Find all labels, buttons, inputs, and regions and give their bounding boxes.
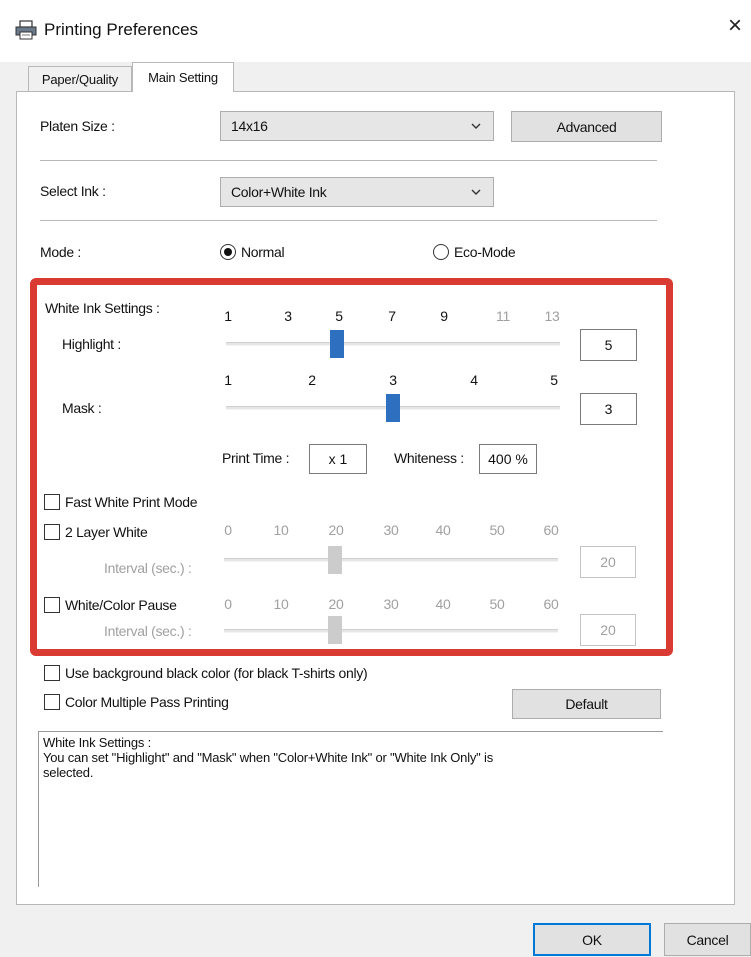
pause-interval-label: Interval (sec.) :: [104, 623, 192, 639]
mask-tick: 3: [389, 372, 397, 388]
mask-label: Mask :: [62, 400, 102, 416]
pause-slider-track[interactable]: [224, 629, 558, 633]
two-layer-tick: 40: [435, 522, 451, 538]
platen-size-select[interactable]: 14x16: [220, 111, 494, 141]
pause-tick: 10: [273, 596, 289, 612]
chevron-down-icon: [471, 189, 481, 195]
chevron-down-icon: [471, 123, 481, 129]
multi-pass-label: Color Multiple Pass Printing: [65, 694, 229, 710]
two-layer-slider-thumb[interactable]: [328, 546, 343, 574]
two-layer-interval-label: Interval (sec.) :: [104, 560, 192, 576]
highlight-tick: 7: [388, 308, 396, 324]
two-layer-slider-track[interactable]: [224, 558, 558, 562]
tab-main-setting[interactable]: Main Setting: [132, 62, 234, 92]
ok-button[interactable]: OK: [533, 923, 651, 956]
pause-tick: 30: [383, 596, 399, 612]
highlight-slider-track[interactable]: [226, 342, 560, 346]
window-title: Printing Preferences: [44, 20, 199, 39]
description-line: White Ink Settings :: [43, 735, 151, 750]
two-layer-tick: 20: [328, 522, 344, 538]
normal-radio-label: Normal: [241, 244, 285, 260]
two-layer-interval-field[interactable]: 20: [580, 546, 636, 578]
fast-white-checkbox[interactable]: [44, 494, 60, 510]
highlight-tick: 13: [544, 308, 560, 324]
black-background-checkbox[interactable]: [44, 665, 60, 681]
pause-slider-thumb[interactable]: [328, 616, 343, 644]
close-icon[interactable]: ×: [728, 14, 742, 38]
two-layer-tick: 0: [224, 522, 232, 538]
tab-paper-quality[interactable]: Paper/Quality: [28, 66, 132, 92]
mask-value-field[interactable]: 3: [580, 393, 637, 425]
two-layer-tick: 30: [383, 522, 399, 538]
fast-white-label: Fast White Print Mode: [65, 494, 198, 510]
eco-mode-radio[interactable]: [433, 244, 449, 260]
advanced-button[interactable]: Advanced: [511, 111, 662, 142]
mask-tick: 1: [224, 372, 232, 388]
pause-tick: 60: [543, 596, 559, 612]
platen-size-value: 14x16: [231, 118, 268, 134]
white-color-pause-label: White/Color Pause: [65, 597, 177, 613]
highlight-tick: 1: [224, 308, 232, 324]
divider: [40, 220, 657, 221]
select-ink-select[interactable]: Color+White Ink: [220, 177, 494, 207]
highlight-slider-thumb[interactable]: [330, 330, 345, 358]
printer-icon: [14, 20, 38, 40]
pause-tick: 40: [435, 596, 451, 612]
two-layer-tick: 60: [543, 522, 559, 538]
description-line: You can set "Highlight" and "Mask" when …: [43, 750, 494, 765]
black-background-label: Use background black color (for black T-…: [65, 665, 368, 681]
description-box: White Ink Settings : You can set "Highli…: [38, 731, 663, 887]
print-time-label: Print Time :: [222, 450, 290, 466]
print-time-field[interactable]: x 1: [309, 444, 367, 474]
pause-tick: 50: [489, 596, 505, 612]
normal-radio[interactable]: [220, 244, 236, 260]
select-ink-value: Color+White Ink: [231, 184, 327, 200]
white-ink-settings-label: White Ink Settings :: [45, 300, 160, 316]
cancel-button[interactable]: Cancel: [664, 923, 751, 956]
highlight-tick: 5: [335, 308, 343, 324]
white-color-pause-checkbox[interactable]: [44, 597, 60, 613]
pause-tick: 20: [328, 596, 344, 612]
mask-tick: 4: [470, 372, 478, 388]
two-layer-tick: 10: [273, 522, 289, 538]
whiteness-field[interactable]: 400 %: [479, 444, 537, 474]
select-ink-label: Select Ink :: [40, 183, 106, 199]
two-layer-white-checkbox[interactable]: [44, 524, 60, 540]
highlight-tick: 11: [496, 308, 510, 324]
description-line: selected.: [43, 765, 94, 780]
whiteness-label: Whiteness :: [394, 450, 464, 466]
highlight-value-field[interactable]: 5: [580, 329, 637, 361]
mask-tick: 5: [550, 372, 558, 388]
highlight-label: Highlight :: [62, 336, 121, 352]
mask-tick: 2: [308, 372, 316, 388]
highlight-tick: 3: [284, 308, 292, 324]
mode-label: Mode :: [40, 244, 81, 260]
pause-tick: 0: [224, 596, 232, 612]
two-layer-tick: 50: [489, 522, 505, 538]
multi-pass-checkbox[interactable]: [44, 694, 60, 710]
divider: [40, 160, 657, 161]
highlight-tick: 9: [440, 308, 448, 324]
platen-size-label: Platen Size :: [40, 118, 115, 134]
two-layer-white-label: 2 Layer White: [65, 524, 148, 540]
default-button[interactable]: Default: [512, 689, 661, 719]
mask-slider-thumb[interactable]: [386, 394, 400, 422]
pause-interval-field[interactable]: 20: [580, 614, 636, 646]
eco-mode-radio-label: Eco-Mode: [454, 244, 516, 260]
